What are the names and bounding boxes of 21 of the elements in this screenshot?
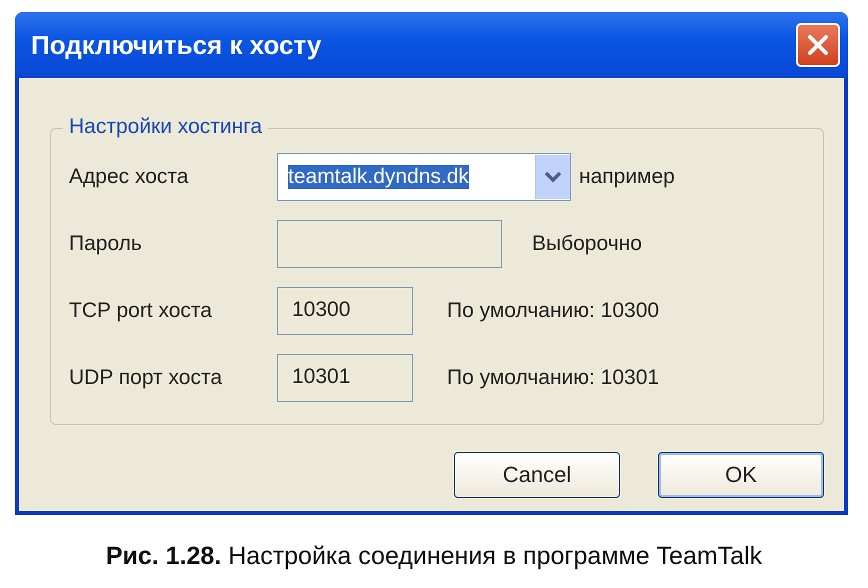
dialog-button[interactable]: Cancel — [454, 452, 620, 498]
figure-caption: Рис. 1.28. Настройка соединения в программе TeamTalk — [104, 542, 764, 571]
window-title: Подключиться к хосту — [31, 30, 322, 60]
field-hint: По умолчанию: 10300 — [447, 299, 660, 323]
dropdown-button[interactable] — [535, 155, 570, 199]
field-hint: Выборочно — [532, 232, 642, 256]
chevron-icon — [544, 170, 562, 184]
field-label: UDP порт хоста — [69, 366, 224, 390]
field-label: Пароль — [69, 232, 143, 256]
port-field[interactable]: 10300 — [277, 287, 413, 335]
password-field[interactable] — [277, 220, 502, 268]
host-combo-box[interactable]: teamtalk.dyndns.dk — [277, 153, 571, 201]
dialog-button[interactable]: OK — [658, 452, 824, 498]
field-hint: например — [579, 165, 675, 189]
field-label: TCP port хоста — [69, 299, 213, 323]
field-label: Адрес хоста — [69, 165, 190, 189]
close-button[interactable] — [796, 23, 840, 67]
group-title: Настройки хостинга — [63, 115, 268, 139]
field-hint: По умолчанию: 10301 — [447, 366, 660, 390]
port-field[interactable]: 10301 — [277, 354, 413, 402]
close-icon — [805, 32, 831, 58]
